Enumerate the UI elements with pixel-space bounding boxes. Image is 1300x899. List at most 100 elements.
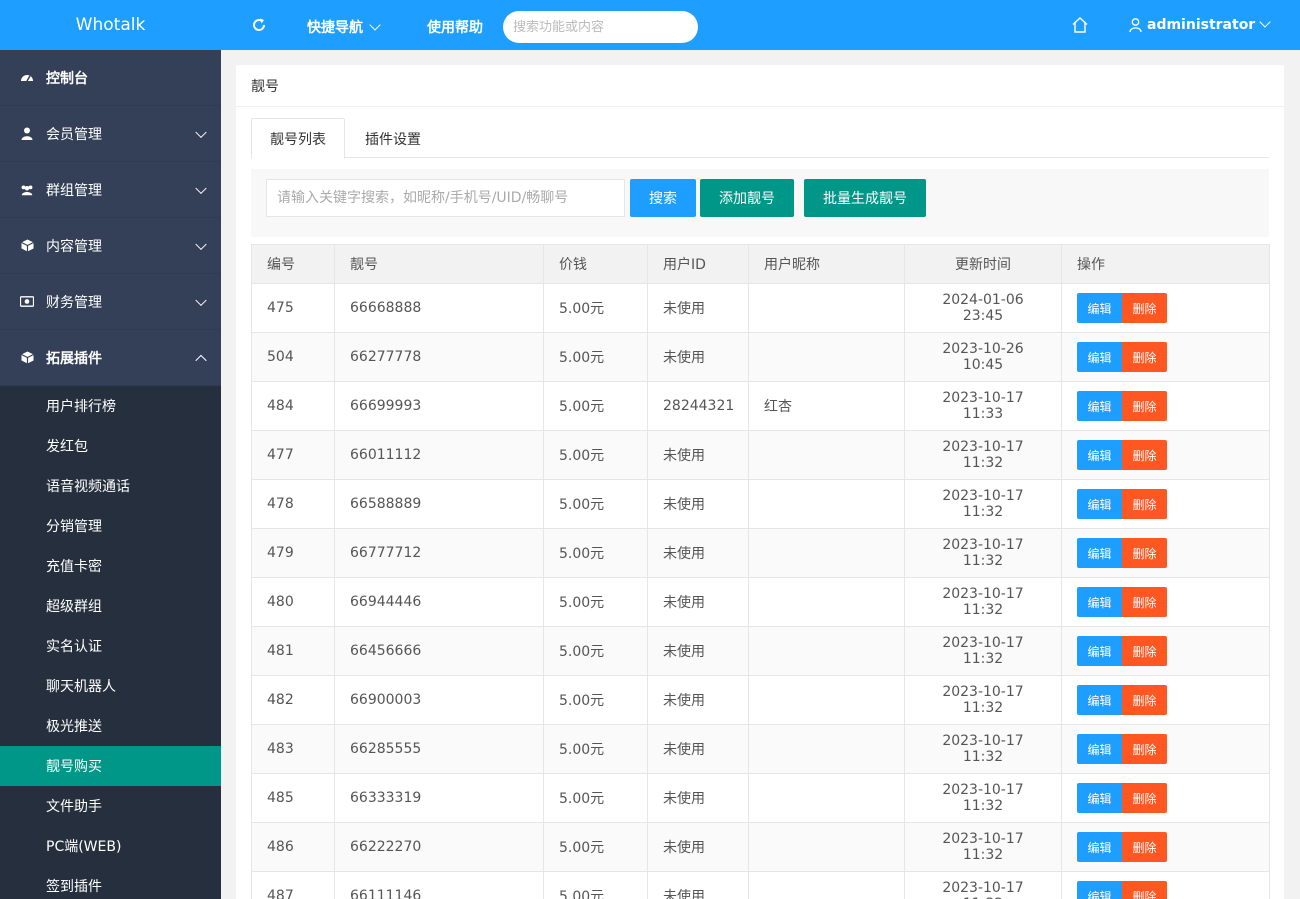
submenu-item-user-ranking[interactable]: 用户排行榜 (0, 386, 221, 426)
delete-button[interactable]: 删除 (1122, 587, 1167, 617)
refresh-icon[interactable] (251, 17, 267, 33)
delete-button[interactable]: 删除 (1122, 685, 1167, 715)
submenu-item-red-packet[interactable]: 发红包 (0, 426, 221, 466)
delete-button[interactable]: 删除 (1122, 734, 1167, 764)
delete-button[interactable]: 删除 (1122, 832, 1167, 862)
delete-button[interactable]: 删除 (1122, 881, 1167, 899)
tab-plugin-settings[interactable]: 插件设置 (347, 118, 439, 159)
money-icon (20, 295, 34, 309)
submenu-item-super-group[interactable]: 超级群组 (0, 586, 221, 626)
cell-price: 5.00元 (543, 626, 648, 676)
column-header[interactable]: 更新时间 (904, 244, 1062, 284)
submenu-item-pc-web[interactable]: PC端(WEB) (0, 826, 221, 866)
tab-pretty-number-list[interactable]: 靓号列表 (251, 118, 345, 159)
column-header[interactable]: 编号 (251, 244, 335, 284)
cell-nickname (748, 773, 905, 823)
users-icon (20, 183, 34, 197)
submenu-item-recharge-card[interactable]: 充值卡密 (0, 546, 221, 586)
user-icon (20, 127, 34, 141)
home-icon[interactable] (1071, 16, 1089, 34)
global-search-input[interactable] (503, 11, 698, 43)
cell-updated-time: 2023-10-17 11:32 (904, 773, 1062, 823)
batch-generate-button[interactable]: 批量生成靓号 (804, 179, 926, 217)
cell-number: 66011112 (334, 430, 544, 480)
submenu-item-pretty-number[interactable]: 靓号购买 (0, 746, 221, 786)
column-header[interactable]: 用户ID (647, 244, 749, 284)
sidebar: Whotalk 控制台 会员管理 群组管理 内容管理 财务管理 拓展插件 用户排… (0, 0, 221, 899)
edit-button[interactable]: 编辑 (1077, 342, 1122, 372)
delete-button[interactable]: 删除 (1122, 391, 1167, 421)
sidebar-item-plugins[interactable]: 拓展插件 (0, 330, 221, 386)
submenu-item-chatbot[interactable]: 聊天机器人 (0, 666, 221, 706)
add-pretty-number-button[interactable]: 添加靓号 (700, 179, 794, 217)
edit-button[interactable]: 编辑 (1077, 293, 1122, 323)
delete-button[interactable]: 删除 (1122, 636, 1167, 666)
page-title: 靓号 (236, 65, 1284, 107)
cell-actions: 编辑 删除 (1061, 822, 1270, 872)
edit-button[interactable]: 编辑 (1077, 734, 1122, 764)
sidebar-item-finance[interactable]: 财务管理 (0, 274, 221, 330)
quick-nav-label: 快捷导航 (307, 20, 363, 36)
user-menu[interactable]: administrator (1129, 16, 1271, 33)
sidebar-item-groups[interactable]: 群组管理 (0, 162, 221, 218)
submenu-item-file-assistant[interactable]: 文件助手 (0, 786, 221, 826)
delete-button[interactable]: 删除 (1122, 783, 1167, 813)
help-link[interactable]: 使用帮助 (427, 17, 483, 37)
column-header[interactable]: 用户昵称 (748, 244, 905, 284)
quick-nav-menu[interactable]: 快捷导航 (307, 17, 381, 37)
delete-button[interactable]: 删除 (1122, 293, 1167, 323)
delete-button[interactable]: 删除 (1122, 538, 1167, 568)
column-header[interactable]: 靓号 (334, 244, 544, 284)
column-header[interactable]: 价钱 (543, 244, 648, 284)
submenu-item-jpush[interactable]: 极光推送 (0, 706, 221, 746)
edit-button[interactable]: 编辑 (1077, 685, 1122, 715)
delete-button[interactable]: 删除 (1122, 342, 1167, 372)
edit-button[interactable]: 编辑 (1077, 587, 1122, 617)
user-icon (1129, 18, 1142, 33)
cell-price: 5.00元 (543, 283, 648, 333)
cell-actions: 编辑 删除 (1061, 332, 1270, 382)
row-actions: 编辑 删除 (1077, 440, 1254, 470)
edit-button[interactable]: 编辑 (1077, 881, 1122, 899)
app-logo[interactable]: Whotalk (0, 0, 221, 50)
cell-price: 5.00元 (543, 724, 648, 774)
edit-button[interactable]: 编辑 (1077, 636, 1122, 666)
sidebar-item-members[interactable]: 会员管理 (0, 106, 221, 162)
sidebar-item-label: 拓展插件 (46, 350, 102, 367)
cell-user-id: 未使用 (647, 332, 749, 382)
tab-bar: 靓号列表 插件设置 (251, 118, 1269, 159)
sidebar-item-label: 财务管理 (46, 294, 102, 311)
cell-actions: 编辑 删除 (1061, 479, 1270, 529)
sidebar-item-content[interactable]: 内容管理 (0, 218, 221, 274)
cell-id: 478 (251, 479, 335, 529)
chevron-up-icon (195, 354, 207, 366)
row-actions: 编辑 删除 (1077, 783, 1254, 813)
keyword-search-input[interactable] (266, 179, 625, 217)
edit-button[interactable]: 编辑 (1077, 832, 1122, 862)
chevron-down-icon (195, 238, 207, 250)
cell-nickname (748, 332, 905, 382)
edit-button[interactable]: 编辑 (1077, 538, 1122, 568)
cell-number: 66944446 (334, 577, 544, 627)
sidebar-item-label: 会员管理 (46, 126, 102, 143)
edit-button[interactable]: 编辑 (1077, 783, 1122, 813)
table-row: 504 66277778 5.00元 未使用 2023-10-26 10:45 编辑 删除 (251, 332, 1270, 382)
edit-button[interactable]: 编辑 (1077, 440, 1122, 470)
submenu-item-real-name[interactable]: 实名认证 (0, 626, 221, 666)
search-button[interactable]: 搜索 (630, 179, 696, 217)
cell-updated-time: 2023-10-17 11:32 (904, 479, 1062, 529)
cell-id: 475 (251, 283, 335, 333)
chevron-down-icon (369, 19, 381, 31)
cell-number: 66333319 (334, 773, 544, 823)
submenu-item-distribution[interactable]: 分销管理 (0, 506, 221, 546)
delete-button[interactable]: 删除 (1122, 440, 1167, 470)
delete-button[interactable]: 删除 (1122, 489, 1167, 519)
submenu-item-checkin[interactable]: 签到插件 (0, 866, 221, 899)
cell-actions: 编辑 删除 (1061, 773, 1270, 823)
submenu-item-av-call[interactable]: 语音视频通话 (0, 466, 221, 506)
sidebar-item-dashboard[interactable]: 控制台 (0, 50, 221, 106)
edit-button[interactable]: 编辑 (1077, 391, 1122, 421)
column-header[interactable]: 操作 (1061, 244, 1270, 284)
table-row: 484 66699993 5.00元 28244321 红杏 2023-10-17 11:… (251, 381, 1270, 431)
edit-button[interactable]: 编辑 (1077, 489, 1122, 519)
